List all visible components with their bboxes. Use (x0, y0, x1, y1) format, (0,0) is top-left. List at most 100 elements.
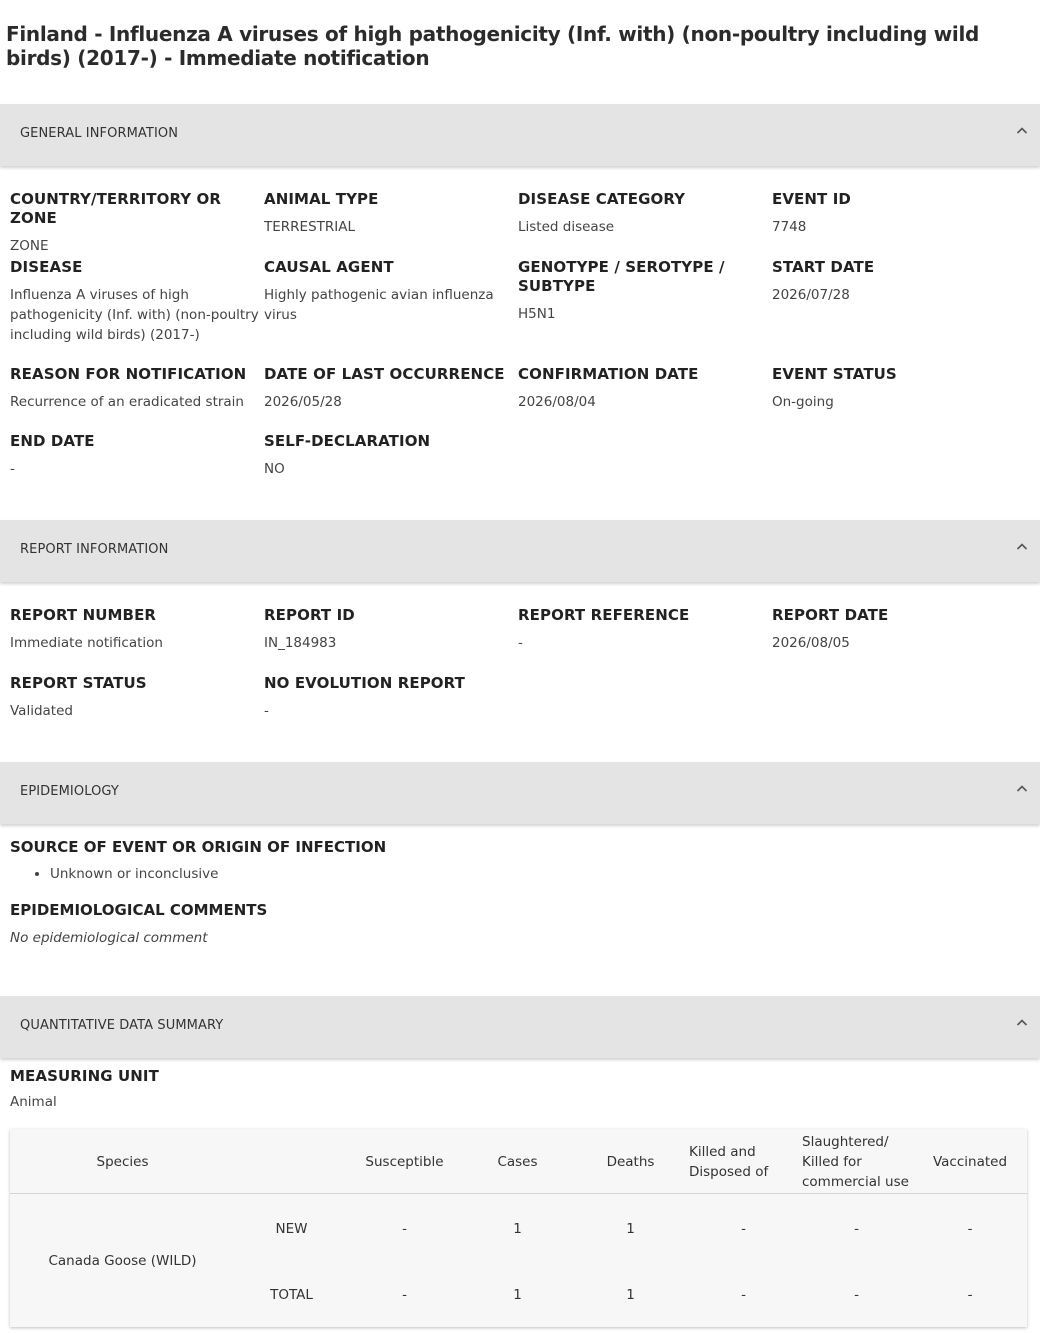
field-country: COUNTRY/TERRITORY OR ZONE ZONE (10, 190, 264, 256)
field-value: On-going (772, 394, 834, 410)
row-label: TOTAL (270, 1287, 313, 1303)
field-value: IN_184983 (264, 635, 337, 651)
field-report-reference: REPORT REFERENCE - (518, 606, 772, 653)
page-title: Finland - Influenza A viruses of high pa… (6, 22, 980, 70)
field-value: No epidemiological comment (10, 930, 208, 946)
field-value: - (518, 635, 523, 651)
field-disease: DISEASE Influenza A viruses of high path… (10, 258, 264, 345)
chevron-up-icon[interactable] (1016, 125, 1028, 137)
section-title: EPIDEMIOLOGY (20, 784, 119, 799)
field-measuring-unit: MEASURING UNIT Animal (10, 1067, 264, 1112)
field-label: ANIMAL TYPE (264, 190, 379, 208)
field-label: EPIDEMIOLOGICAL COMMENTS (10, 901, 268, 919)
field-value: - (264, 703, 269, 719)
row-label: NEW (275, 1221, 308, 1237)
cell-slaughtered: - (854, 1287, 859, 1303)
epidemiological-comments: EPIDEMIOLOGICAL COMMENTS No epidemiologi… (10, 901, 267, 948)
field-value: Immediate notification (10, 635, 163, 651)
field-report-status: REPORT STATUS Validated (10, 674, 264, 721)
field-no-evolution-report: NO EVOLUTION REPORT - (264, 674, 518, 721)
cell-killed-disposed: - (741, 1221, 746, 1237)
section-title: GENERAL INFORMATION (20, 126, 179, 141)
cell-cases: 1 (513, 1287, 522, 1303)
cell-susceptible: - (402, 1221, 407, 1237)
field-label: NO EVOLUTION REPORT (264, 674, 465, 692)
cell-deaths: 1 (626, 1221, 635, 1237)
field-label: DISEASE CATEGORY (518, 190, 686, 208)
field-value: 2026/08/05 (772, 635, 850, 651)
column-header-slaughtered: Slaughtered/ Killed for commercial use (802, 1133, 909, 1190)
field-value: Influenza A viruses of high pathogenicit… (10, 287, 259, 343)
field-confirmation-date: CONFIRMATION DATE 2026/08/04 (518, 365, 772, 412)
field-value: 2026/08/04 (518, 394, 596, 410)
field-self-declaration: SELF-DECLARATION NO (264, 432, 518, 479)
cell-vaccinated: - (967, 1221, 973, 1237)
section-header-report-information[interactable]: REPORT INFORMATION (0, 520, 1040, 582)
field-reason-for-notification: REASON FOR NOTIFICATION Recurrence of an… (10, 365, 264, 412)
table-header: Species Susceptible Cases Deaths Killed … (10, 1129, 1027, 1194)
list-item: Unknown or inconclusive (50, 864, 386, 884)
species-name: Canada Goose (WILD) (48, 1253, 197, 1269)
field-event-status: EVENT STATUS On-going (772, 365, 1026, 412)
field-causal-agent: CAUSAL AGENT Highly pathogenic avian inf… (264, 258, 518, 325)
column-header-species: Species (96, 1153, 149, 1170)
quantitative-data-table: Species Susceptible Cases Deaths Killed … (10, 1129, 1027, 1327)
cell-cases: 1 (513, 1221, 522, 1237)
field-value: 7748 (772, 219, 807, 235)
field-report-id: REPORT ID IN_184983 (264, 606, 518, 653)
field-genotype: GENOTYPE / SEROTYPE / SUBTYPE H5N1 (518, 258, 738, 324)
field-label: EVENT ID (772, 190, 851, 208)
field-value: Animal (10, 1094, 57, 1110)
section-title: REPORT INFORMATION (20, 542, 169, 557)
field-label: DISEASE (10, 258, 83, 276)
field-report-date: REPORT DATE 2026/08/05 (772, 606, 1026, 653)
field-value: 2026/07/28 (772, 287, 850, 303)
field-end-date: END DATE - (10, 432, 264, 479)
source-list: Unknown or inconclusive (10, 864, 386, 884)
field-label: COUNTRY/TERRITORY OR ZONE (10, 190, 222, 227)
field-value: H5N1 (518, 306, 556, 322)
field-label: REPORT DATE (772, 606, 889, 624)
field-value: ZONE (10, 238, 49, 254)
field-disease-category: DISEASE CATEGORY Listed disease (518, 190, 772, 237)
field-label: GENOTYPE / SEROTYPE / SUBTYPE (518, 258, 725, 295)
field-value: NO (264, 461, 285, 477)
source-of-event: SOURCE OF EVENT OR ORIGIN OF INFECTION U… (10, 838, 386, 884)
field-value: Validated (10, 703, 73, 719)
section-header-general-information[interactable]: GENERAL INFORMATION (0, 104, 1040, 166)
section-header-quantitative-data-summary[interactable]: QUANTITATIVE DATA SUMMARY (0, 996, 1040, 1058)
field-label: START DATE (772, 258, 875, 276)
column-header-deaths: Deaths (606, 1153, 655, 1170)
field-label: REPORT REFERENCE (518, 606, 690, 624)
chevron-up-icon[interactable] (1016, 1017, 1028, 1029)
field-start-date: START DATE 2026/07/28 (772, 258, 1026, 305)
field-label: SOURCE OF EVENT OR ORIGIN OF INFECTION (10, 838, 387, 856)
field-value: - (10, 461, 15, 477)
field-report-number: REPORT NUMBER Immediate notification (10, 606, 264, 653)
chevron-up-icon[interactable] (1016, 541, 1028, 553)
field-label: REASON FOR NOTIFICATION (10, 365, 247, 383)
cell-deaths: 1 (626, 1287, 635, 1303)
field-animal-type: ANIMAL TYPE TERRESTRIAL (264, 190, 518, 237)
cell-killed-disposed: - (741, 1287, 746, 1303)
column-header-susceptible: Susceptible (365, 1153, 444, 1170)
chevron-up-icon[interactable] (1016, 783, 1028, 795)
field-value: TERRESTRIAL (264, 219, 355, 235)
field-label: REPORT ID (264, 606, 355, 624)
field-value: 2026/05/28 (264, 394, 342, 410)
column-header-killed-disposed: Killed and Disposed of (689, 1143, 769, 1180)
field-label: EVENT STATUS (772, 365, 897, 383)
section-title: QUANTITATIVE DATA SUMMARY (20, 1018, 224, 1033)
column-header-cases: Cases (497, 1153, 538, 1170)
section-header-epidemiology[interactable]: EPIDEMIOLOGY (0, 762, 1040, 824)
field-value: Listed disease (518, 219, 615, 235)
cell-vaccinated: - (967, 1287, 973, 1303)
field-label: REPORT STATUS (10, 674, 147, 692)
field-label: SELF-DECLARATION (264, 432, 431, 450)
cell-slaughtered: - (854, 1221, 859, 1237)
field-label: CONFIRMATION DATE (518, 365, 699, 383)
field-event-id: EVENT ID 7748 (772, 190, 1026, 237)
cell-susceptible: - (402, 1287, 407, 1303)
field-label: MEASURING UNIT (10, 1067, 159, 1085)
field-label: CAUSAL AGENT (264, 258, 394, 276)
